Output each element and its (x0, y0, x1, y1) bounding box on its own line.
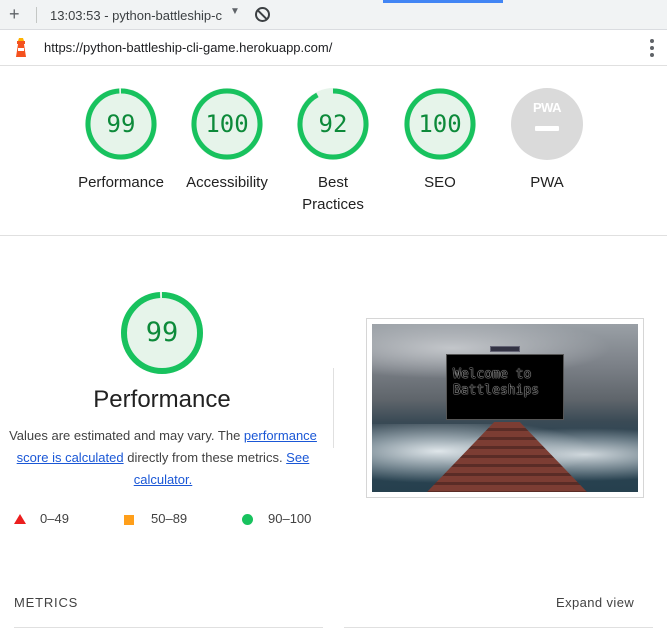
legend-pass: 90–100 (242, 511, 311, 526)
gauge-label: Best Practices (302, 174, 364, 213)
legend-fail: 0–49 (14, 511, 69, 526)
gauge-label: PWA (530, 174, 564, 191)
dash-icon (535, 126, 559, 131)
page-button (490, 346, 520, 352)
legend-average: 50–89 (124, 511, 187, 526)
caret-down-icon[interactable]: ▼ (230, 6, 240, 17)
divider (344, 627, 653, 628)
lighthouse-icon (14, 38, 28, 58)
legend-range: 90–100 (268, 511, 312, 526)
legend-range: 0–49 (40, 511, 69, 526)
legend-range: 50–89 (151, 511, 188, 526)
performance-score-value: 99 (145, 317, 179, 348)
desc-text: directly from these metrics. (123, 450, 287, 465)
gauge-label: Accessibility (186, 174, 268, 191)
score-value: 100 (418, 110, 462, 138)
score-value: 92 (318, 110, 348, 138)
address-bar: https://python-battleship-cli-game.herok… (0, 30, 667, 66)
pwa-badge: PWA (511, 88, 583, 160)
divider (14, 627, 323, 628)
gauge-pwa[interactable]: PWA PWA (487, 88, 607, 194)
score-ring: 100 (404, 88, 476, 160)
tab-title[interactable]: 13:03:53 - python-battleship-c (50, 8, 228, 23)
gauge-label: SEO (424, 174, 456, 191)
url-text[interactable]: https://python-battleship-cli-game.herok… (44, 40, 332, 55)
block-icon[interactable] (255, 7, 270, 22)
gauge-performance[interactable]: 99 Performance (61, 88, 181, 194)
plus-icon[interactable]: + (9, 4, 20, 24)
pwa-badge-text: PWA (532, 100, 562, 115)
triangle-icon (14, 514, 26, 524)
performance-title: Performance (93, 386, 231, 413)
final-screenshot[interactable]: Welcome to Battleships (366, 318, 644, 498)
score-ring: 92 (297, 88, 369, 160)
metrics-header: METRICS (14, 595, 79, 610)
divider (333, 368, 334, 448)
tab-strip: + 13:03:53 - python-battleship-c ▼ (0, 0, 667, 30)
welcome-text: Welcome to Battleships (453, 367, 540, 398)
expand-view-button[interactable]: Expand view (556, 595, 634, 610)
circle-icon (242, 514, 253, 525)
score-value: 100 (205, 110, 249, 138)
gauge-seo[interactable]: 100 SEO (380, 88, 500, 194)
score-value: 99 (106, 110, 136, 138)
active-indicator (383, 0, 503, 3)
score-summary: 99 Performance 100 Accessibility 92 Best… (0, 66, 667, 236)
tab-separator (36, 7, 37, 23)
desc-text: Values are estimated and may vary. The (9, 428, 244, 443)
screenshot-image: Welcome to Battleships (372, 324, 638, 492)
terminal-window: Welcome to Battleships (446, 354, 564, 420)
gauge-accessibility[interactable]: 100 Accessibility (167, 88, 287, 194)
score-ring: 100 (191, 88, 263, 160)
gauge-best-practices[interactable]: 92 Best Practices (273, 88, 393, 216)
kebab-menu-icon[interactable] (650, 39, 654, 57)
square-icon (124, 515, 134, 525)
gauge-label: Performance (78, 174, 164, 191)
performance-description: Values are estimated and may vary. The p… (6, 425, 320, 491)
performance-score-gauge: 99 (121, 292, 203, 374)
score-ring: 99 (85, 88, 157, 160)
